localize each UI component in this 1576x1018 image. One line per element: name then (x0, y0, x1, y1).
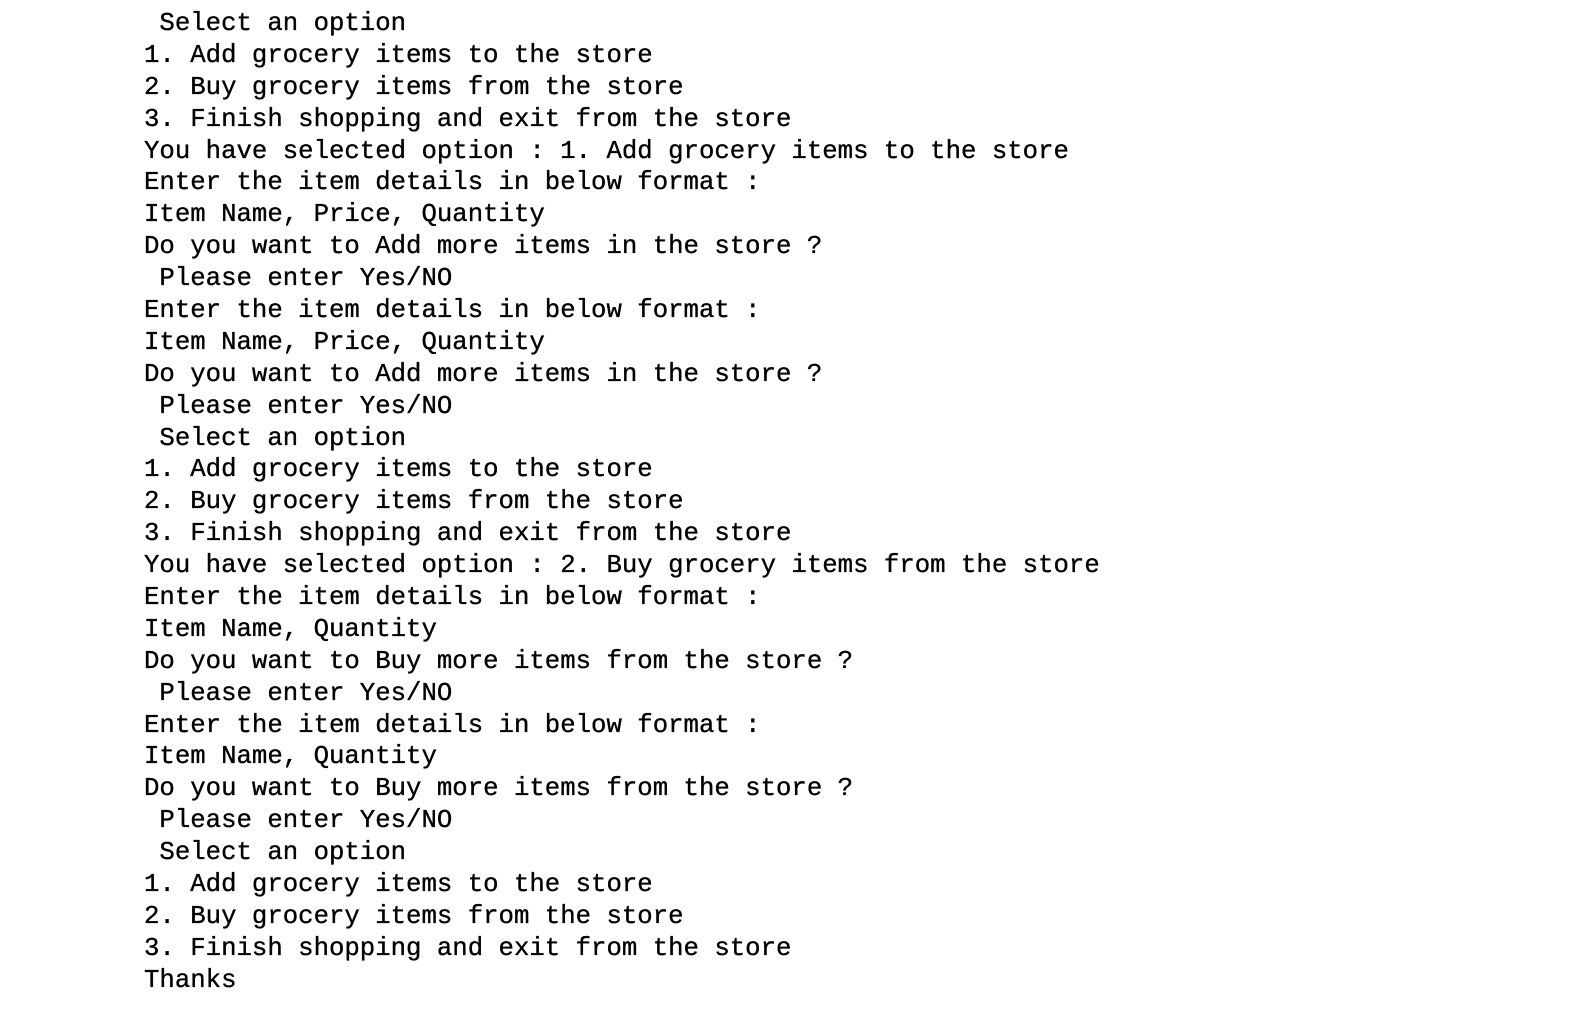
console-line: Do you want to Add more items in the sto… (144, 359, 823, 389)
console-line: Item Name, Price, Quantity (144, 327, 545, 357)
console-line: 2. Buy grocery items from the store (144, 72, 684, 102)
console-line: 3. Finish shopping and exit from the sto… (144, 933, 792, 963)
console-line: Thanks (144, 965, 237, 995)
console-line: Please enter Yes/NO (144, 806, 453, 836)
console-line: Please enter Yes/NO (144, 678, 453, 708)
console-line: Item Name, Quantity (144, 614, 437, 644)
console-line: Do you want to Add more items in the sto… (144, 232, 823, 262)
console-line: Select an option (144, 838, 407, 868)
console-line: 1. Add grocery items to the store (144, 40, 653, 70)
console-line: Do you want to Buy more items from the s… (144, 774, 854, 804)
console-line: Item Name, Price, Quantity (144, 200, 545, 230)
console-line: 2. Buy grocery items from the store (144, 487, 684, 517)
console-line: Select an option (144, 9, 407, 38)
console-line: Please enter Yes/NO (144, 264, 453, 294)
console-line: Item Name, Quantity (144, 742, 437, 772)
console-line: 1. Add grocery items to the store (144, 455, 653, 485)
console-line: You have selected option : 1. Add grocer… (144, 136, 1069, 166)
console-line: Enter the item details in below format : (144, 710, 761, 740)
console-line: Enter the item details in below format : (144, 583, 761, 613)
console-line: 3. Finish shopping and exit from the sto… (144, 104, 792, 134)
console-line: Enter the item details in below format : (144, 296, 761, 326)
console-line: 1. Add grocery items to the store (144, 870, 653, 900)
console-line: 2. Buy grocery items from the store (144, 901, 684, 931)
console-line: Please enter Yes/NO (144, 391, 453, 421)
console-line: 3. Finish shopping and exit from the sto… (144, 519, 792, 549)
console-output: Select an option 1. Add grocery items to … (144, 8, 1100, 997)
console-line: Enter the item details in below format : (144, 168, 761, 198)
console-line: Select an option (144, 423, 407, 453)
console-line: Do you want to Buy more items from the s… (144, 646, 854, 676)
console-line: You have selected option : 2. Buy grocer… (144, 551, 1100, 581)
